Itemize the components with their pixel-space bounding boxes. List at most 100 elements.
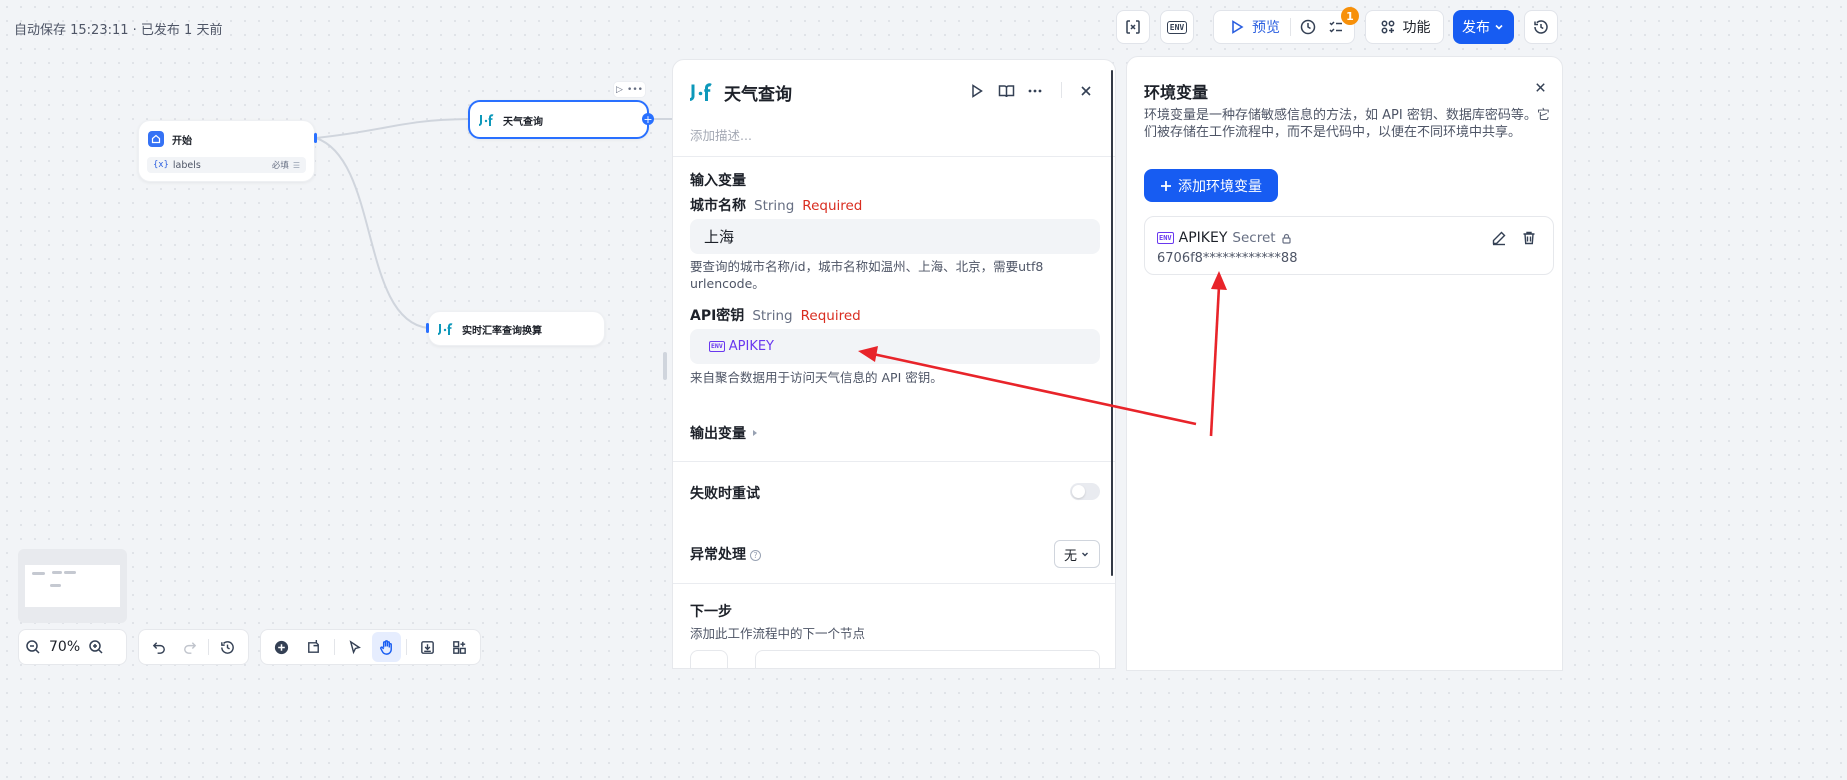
input-variables-heading: 输入变量 [690,173,746,189]
plus-circle-icon [275,640,289,654]
zoom-out-button[interactable] [25,639,41,655]
zoom-controls: 70% [18,629,127,665]
add-next-node-button[interactable]: + [642,113,654,125]
next-step-source [690,650,728,668]
city-label-text: 城市名称 [690,198,746,214]
more-options-button[interactable] [1025,81,1045,101]
canvas-tools [260,629,481,665]
city-input[interactable]: 上海 [690,219,1100,254]
features-button[interactable]: 功能 [1365,10,1444,44]
features-label: 功能 [1402,20,1431,36]
panel-title[interactable]: 天气查询 [724,80,792,105]
trash-icon [1523,231,1535,245]
undo-button[interactable] [145,632,173,662]
run-history-button[interactable] [1299,18,1317,36]
add-node-button[interactable] [267,632,297,662]
organize-layout-button[interactable] [444,632,474,662]
chevron-down-icon [1495,24,1503,30]
node-mini-toolbar: ▷ ••• [613,81,646,98]
hand-icon [380,639,392,655]
error-handling-value: 无 [1063,548,1077,564]
output-variables-heading: 输出变量 [690,426,746,442]
env-panel-description: 环境变量是一种存储敏感信息的方法，如 API 密钥、数据库密码等。它们被存储在工… [1144,108,1550,140]
apikey-label-text: API密钥 [690,308,745,324]
text-field-icon: ☰ [292,160,300,170]
city-field-label: 城市名称 String Required [690,195,862,215]
version-history-button[interactable] [1524,10,1558,44]
preview-button[interactable]: 预览 [1228,17,1280,37]
city-required: Required [802,198,863,214]
panel-scrollbar[interactable] [1111,70,1113,576]
zoom-in-button[interactable] [88,639,104,655]
delete-env-variable-button[interactable] [1521,230,1537,246]
clock-play-icon [1300,19,1316,35]
env-variable-name: APIKEY [1178,230,1228,246]
weather-node[interactable]: 天气查询 [468,100,649,139]
cursor-icon [349,639,362,654]
run-node-button[interactable] [967,81,987,101]
tool-logo-icon [479,112,495,128]
error-handling-label: 异常处理? [690,544,761,564]
next-step-description: 添加此工作流程中的下一个节点 [690,626,866,641]
city-input-value: 上海 [704,228,735,246]
exchange-node[interactable]: 实时汇率查询换算 [428,311,605,346]
next-step-slot[interactable] [755,650,1100,668]
more-icon [1028,89,1042,93]
redo-button[interactable] [175,632,203,662]
apikey-type: String [752,308,793,324]
description-input[interactable]: 添加描述... [690,125,752,144]
help-docs-button[interactable] [996,81,1016,101]
city-type: String [754,198,795,214]
add-env-variable-button[interactable]: 添加环境变量 [1144,169,1278,202]
retry-label: 失败时重试 [690,486,760,502]
close-panel-button[interactable] [1076,81,1096,101]
error-handling-select[interactable]: 无 [1054,540,1100,568]
redo-icon [183,641,196,654]
more-icon[interactable]: ••• [627,85,643,95]
env-variables-button[interactable]: ENV [1160,10,1194,44]
apikey-input[interactable]: ENV APIKEY [690,329,1100,364]
variable-icon: {x} [153,160,169,170]
retry-toggle[interactable] [1070,483,1100,500]
pointer-mode-button[interactable] [340,632,370,662]
close-icon [1536,83,1545,92]
plus-icon [1161,180,1171,191]
add-env-variable-label: 添加环境变量 [1178,178,1262,195]
env-variable-chip[interactable]: ENV APIKEY [709,339,774,354]
home-icon [148,131,164,147]
edit-env-variable-button[interactable] [1491,230,1507,246]
add-note-button[interactable] [299,632,329,662]
change-history-button[interactable] [214,632,242,662]
zoom-in-icon [89,640,103,654]
start-node[interactable]: 开始 {x} labels 必填 ☰ [138,120,315,182]
apikey-field-label: API密钥 String Required [690,305,861,325]
history-icon [1534,20,1548,34]
exchange-node-title: 实时汇率查询换算 [462,325,542,337]
tool-logo-icon [689,80,714,108]
apikey-chip-label: APIKEY [728,339,774,354]
run-node-icon[interactable]: ▷ [616,85,623,95]
zoom-level[interactable]: 70% [43,639,86,655]
start-variable-row: {x} labels 必填 ☰ [147,157,306,173]
minimap[interactable] [18,549,127,623]
history-icon [221,640,235,654]
autosave-status: 自动保存 15:23:11 · 已发布 1 天前 [14,23,223,38]
edit-icon [1492,231,1506,246]
start-node-handle[interactable] [314,133,317,143]
preview-group: 预览 [1213,10,1355,44]
help-circle-icon[interactable]: ? [750,549,761,561]
hand-mode-button[interactable] [371,632,402,662]
panel-resize-handle[interactable] [663,352,667,380]
preview-label: 预览 [1252,20,1280,36]
exchange-node-handle[interactable] [426,323,429,333]
env-icon: ENV [1157,232,1174,244]
play-icon [1232,20,1244,34]
checklist-x-button[interactable] [1116,10,1150,44]
chevron-down-icon [1082,552,1088,557]
env-icon: ENV [709,341,725,352]
publish-button[interactable]: 发布 [1453,10,1514,44]
output-variables-toggle[interactable]: 输出变量 [690,423,759,443]
export-image-button[interactable] [412,632,442,662]
close-icon [1081,86,1091,96]
close-env-panel-button[interactable] [1534,81,1547,94]
